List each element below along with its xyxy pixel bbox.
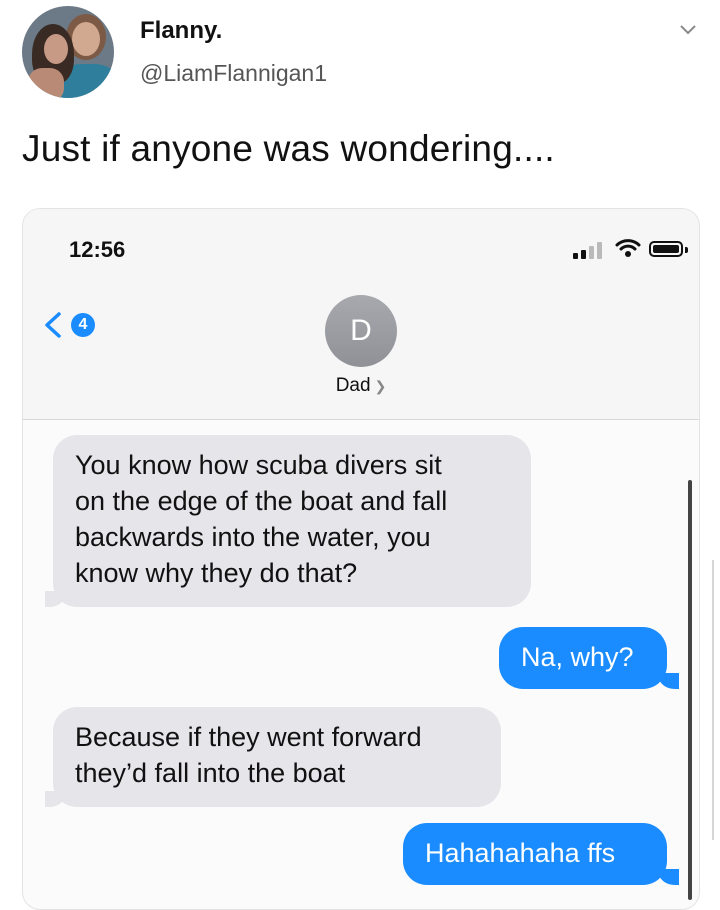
tweet-text: Just if anyone was wondering.... <box>22 128 555 169</box>
message-bubble-outgoing[interactable]: Na, why? <box>499 627 667 689</box>
avatar-arm <box>28 68 64 98</box>
back-chevron-icon <box>41 311 63 339</box>
user-handle[interactable]: @LiamFlannigan1 <box>140 60 327 87</box>
status-time: 12:56 <box>69 237 126 262</box>
avatar-person-face <box>72 22 100 56</box>
scrollbar[interactable] <box>688 480 692 900</box>
user-name[interactable]: Flanny. <box>140 17 222 45</box>
message-screenshot: 12:56 4 D Dad ❯ You know how scuba diver… <box>22 208 700 910</box>
user-avatar[interactable] <box>22 6 114 98</box>
contact-avatar[interactable]: D <box>325 295 397 367</box>
message-bubble-outgoing[interactable]: Hahahahaha ffs <box>403 823 667 885</box>
message-bubble-incoming[interactable]: Because if they went forward they’d fall… <box>53 707 501 807</box>
message-bubble-incoming[interactable]: You know how scuba divers sit on the edg… <box>53 435 531 607</box>
bubble-tail <box>659 869 679 885</box>
message-line: Because if they went forward <box>75 722 422 752</box>
contact-name-button[interactable]: Dad ❯ <box>23 375 699 397</box>
chevron-right-icon: ❯ <box>374 378 387 394</box>
message-line: Hahahahaha ffs <box>425 838 616 868</box>
unread-count-badge: 4 <box>71 313 95 337</box>
wifi-icon <box>615 237 641 259</box>
bubble-tail <box>45 591 65 607</box>
message-line: on the edge of the boat and fall <box>75 486 448 516</box>
battery-icon <box>649 241 683 257</box>
bubble-tail <box>659 673 679 689</box>
chevron-down-icon[interactable] <box>676 20 700 40</box>
message-line: backwards into the water, you <box>75 522 431 552</box>
message-line: Na, why? <box>521 642 634 672</box>
message-line: You know how scuba divers sit <box>75 450 442 480</box>
conversation-header: 12:56 4 D Dad ❯ <box>23 209 699 420</box>
message-line: they’d fall into the boat <box>75 758 346 788</box>
contact-name: Dad <box>335 375 371 396</box>
status-icons <box>543 237 688 259</box>
tweet-header: Flanny. @LiamFlannigan1 <box>0 0 720 120</box>
battery-tip <box>685 247 688 253</box>
back-button[interactable]: 4 <box>41 309 121 341</box>
avatar-person-face-2 <box>44 34 68 64</box>
message-line: know why they do that? <box>75 558 358 588</box>
divider <box>712 560 714 840</box>
bubble-tail <box>45 791 65 807</box>
